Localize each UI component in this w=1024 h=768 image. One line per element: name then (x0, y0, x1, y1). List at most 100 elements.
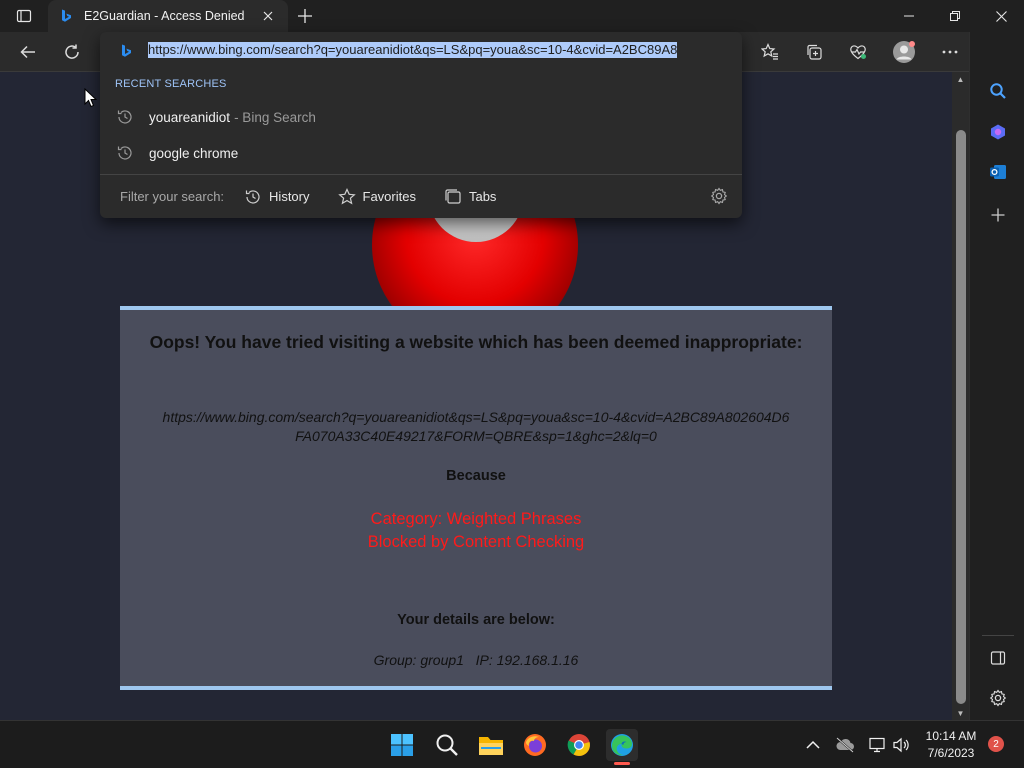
page-scrollbar[interactable]: ▲ ▼ (952, 72, 969, 720)
favorites-button[interactable] (754, 36, 786, 68)
suggestion-text: google chrome (149, 145, 239, 161)
taskbar-edge[interactable] (606, 729, 638, 761)
collections-icon (807, 44, 822, 60)
clock-date[interactable]: 7/6/2023 (916, 746, 986, 760)
file-explorer-icon (479, 737, 503, 755)
history-clock-icon (117, 110, 132, 124)
block-message-box: Oops! You have tried visiting a website … (120, 306, 832, 690)
block-reason: Category: Weighted Phrases Blocked by Co… (120, 508, 832, 554)
filter-tabs-button[interactable]: Tabs (444, 188, 496, 206)
recent-searches-header: RECENT SEARCHES (115, 78, 227, 90)
back-button[interactable] (12, 36, 44, 68)
gear-icon[interactable] (710, 187, 728, 205)
sidebar-search-button[interactable] (984, 77, 1012, 105)
block-title: Oops! You have tried visiting a website … (149, 332, 803, 352)
filter-label: Filter your search: (120, 189, 225, 204)
tab-actions-button[interactable] (8, 4, 40, 28)
settings-more-button[interactable] (934, 36, 966, 68)
tab-actions-icon (16, 9, 32, 23)
filter-bar: Filter your search: History Favorites Ta… (100, 175, 742, 218)
scroll-down-button[interactable]: ▼ (952, 706, 969, 720)
browser-tab[interactable]: E2Guardian - Access Denied (48, 0, 288, 32)
new-tab-button[interactable] (292, 4, 318, 28)
outlook-icon (990, 165, 1006, 179)
suggestion-text: youareanidiot (149, 109, 231, 125)
more-icon (942, 50, 958, 54)
sidebar-add-button[interactable] (984, 201, 1012, 229)
filter-favorites-label: Favorites (362, 189, 416, 204)
taskbar-chrome[interactable] (563, 729, 595, 761)
search-icon (990, 83, 1006, 99)
sidebar-designer-button[interactable] (984, 118, 1012, 146)
browser-essentials-button[interactable] (842, 36, 874, 68)
taskbar-firefox[interactable] (519, 729, 551, 761)
suggestion-source: - Bing Search (234, 109, 316, 125)
profile-button[interactable] (888, 36, 920, 68)
url-text-selected[interactable]: https://www.bing.com/search?q=youareanid… (148, 42, 678, 58)
start-button[interactable] (386, 729, 418, 761)
tab-title: E2Guardian - Access Denied (84, 9, 245, 23)
because-label: Because (446, 468, 506, 484)
blocked-url: https://www.bing.com/search?q=youareanid… (120, 408, 832, 446)
user-details: Group: group1 IP: 192.168.1.16 (373, 652, 579, 668)
gear-icon (989, 689, 1007, 707)
restore-button[interactable] (932, 0, 978, 32)
plus-icon (298, 9, 312, 23)
back-arrow-icon (20, 45, 35, 59)
collections-button[interactable] (798, 36, 830, 68)
taskbar-file-explorer[interactable] (475, 729, 507, 761)
heartbeat-icon (850, 45, 866, 60)
close-icon (263, 11, 273, 21)
tab-close-button[interactable] (256, 4, 280, 28)
chevron-up-icon (806, 740, 820, 749)
volume-tray-icon[interactable] (886, 729, 916, 761)
close-icon (995, 10, 1007, 22)
refresh-icon (65, 44, 79, 59)
active-app-indicator (614, 762, 630, 765)
volume-icon (893, 737, 909, 753)
taskbar-search-button[interactable] (431, 729, 463, 761)
windows-taskbar: 10:14 AM 7/6/2023 (0, 720, 1024, 768)
chrome-icon (567, 734, 590, 756)
sidebar-outlook-button[interactable] (984, 158, 1012, 186)
title-bar: E2Guardian - Access Denied (0, 0, 1024, 32)
sidebar-divider (982, 635, 1014, 636)
clock-time[interactable]: 10:14 AM (916, 729, 986, 743)
refresh-button[interactable] (56, 36, 88, 68)
split-screen-icon (990, 651, 1006, 665)
restore-icon (950, 11, 960, 21)
minimize-button[interactable] (886, 0, 932, 32)
category-text: Category: Weighted Phrases (370, 510, 582, 528)
search-icon (436, 734, 458, 756)
sidebar-hide-button[interactable] (984, 644, 1012, 672)
mouse-cursor-icon (84, 88, 98, 108)
filter-history-label: History (269, 189, 310, 204)
sidebar-settings-button[interactable] (984, 684, 1012, 712)
address-bar[interactable]: https://www.bing.com/search?q=youareanid… (100, 32, 742, 70)
suggestion-item[interactable]: youareanidiot - Bing Search (100, 99, 742, 135)
filter-history-button[interactable]: History (244, 188, 310, 206)
suggestion-item[interactable]: google chrome (100, 135, 742, 171)
show-hidden-icons-button[interactable] (798, 729, 828, 761)
window-close-button[interactable] (978, 0, 1024, 32)
favorites-star-icon (337, 187, 356, 205)
scroll-thumb[interactable] (956, 130, 966, 704)
url-input[interactable]: https://www.bing.com/search?q=youareanid… (148, 42, 724, 60)
filter-favorites-button[interactable]: Favorites (337, 187, 416, 206)
tabs-icon (445, 188, 461, 204)
windows-start-icon (391, 734, 413, 756)
star-list-icon (761, 43, 778, 60)
cloud-offline-icon (836, 737, 854, 753)
notification-badge[interactable]: 2 (988, 736, 1004, 752)
details-label: Your details are below: (397, 612, 555, 628)
bing-icon (62, 9, 71, 22)
profile-avatar-icon (893, 41, 915, 63)
filter-tabs-label: Tabs (468, 189, 497, 204)
network-icon (869, 737, 885, 753)
plus-icon (991, 208, 1005, 222)
edge-sidebar (969, 32, 1024, 720)
edge-icon (611, 734, 633, 756)
scroll-up-button[interactable]: ▲ (952, 72, 969, 86)
content-check-text: Blocked by Content Checking (367, 533, 585, 551)
onedrive-tray-icon[interactable] (830, 729, 860, 761)
